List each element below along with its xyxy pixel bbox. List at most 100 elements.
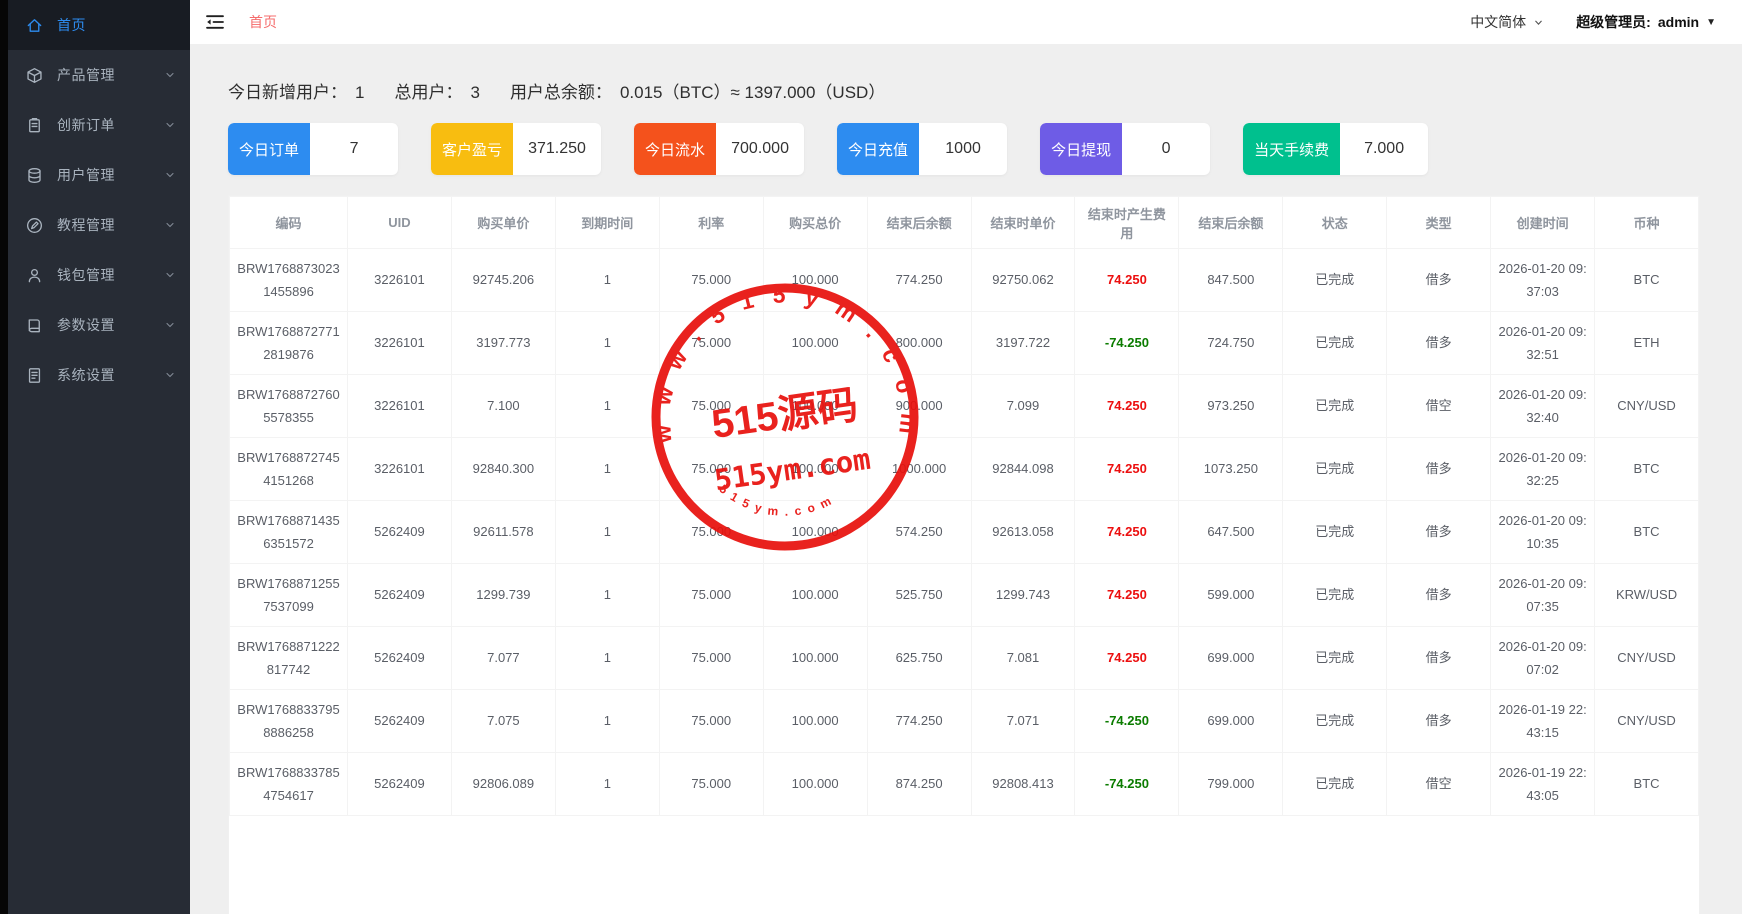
stat-value: 0.015（BTC）≈ 1397.000（USD） <box>620 78 885 103</box>
person-icon <box>25 266 44 285</box>
database-icon <box>25 166 44 185</box>
app-root: 首页产品管理创新订单用户管理教程管理钱包管理参数设置系统设置 首页 中文简体 超… <box>0 0 1742 914</box>
card-label: 客户盈亏 <box>431 123 513 175</box>
cell-end_unit_price: 92844.098 <box>971 438 1075 501</box>
sidebar-item-7[interactable]: 系统设置 <box>8 350 190 400</box>
cell-end_unit_price: 7.071 <box>971 690 1075 753</box>
cell-status: 已完成 <box>1283 501 1387 564</box>
language-selector[interactable]: 中文简体 <box>1470 12 1544 32</box>
column-header-13: 币种 <box>1595 197 1699 249</box>
sidebar-item-2[interactable]: 创新订单 <box>8 100 190 150</box>
sidebar-item-0[interactable]: 首页 <box>8 0 190 50</box>
cell-uid: 5262409 <box>348 501 452 564</box>
breadcrumb[interactable]: 首页 <box>249 12 277 32</box>
cell-buy_price: 92840.300 <box>451 438 555 501</box>
caret-down-icon: ▼ <box>1706 17 1716 28</box>
cell-expire_days: 1 <box>555 249 659 312</box>
table-row: BRW1768871255753709952624091299.739175.0… <box>230 564 1699 627</box>
column-header-9: 结束后余额 <box>1179 197 1283 249</box>
summary-stat-0: 今日新增用户：1 <box>228 78 364 103</box>
cell-uid: 5262409 <box>348 690 452 753</box>
card-label: 今日流水 <box>634 123 716 175</box>
table-row: BRW17688730231455896322610192745.206175.… <box>230 249 1699 312</box>
cell-rate: 75.000 <box>659 501 763 564</box>
cell-type: 借多 <box>1387 627 1491 690</box>
cell-uid: 3226101 <box>348 375 452 438</box>
column-header-7: 结束时单价 <box>971 197 1075 249</box>
cell-buy_total: 100.000 <box>763 564 867 627</box>
cell-type: 借多 <box>1387 438 1491 501</box>
cell-buy_total: 100.000 <box>763 501 867 564</box>
cell-buy_price: 7.077 <box>451 627 555 690</box>
cell-created_at: 2026-01-20 09:10:35 <box>1491 501 1595 564</box>
stat-label: 今日新增用户： <box>228 78 347 103</box>
cell-created_at: 2026-01-20 09:32:25 <box>1491 438 1595 501</box>
cell-expire_days: 1 <box>555 438 659 501</box>
card-label: 当天手续费 <box>1243 123 1340 175</box>
column-header-1: UID <box>348 197 452 249</box>
cell-type: 借空 <box>1387 375 1491 438</box>
sidebar-item-1[interactable]: 产品管理 <box>8 50 190 100</box>
chevron-down-icon <box>164 119 176 131</box>
content: 今日新增用户：1总用户：3用户总余额：0.015（BTC）≈ 1397.000（… <box>190 44 1742 914</box>
cell-end_balance_a: 774.250 <box>867 249 971 312</box>
cell-buy_price: 92806.089 <box>451 753 555 816</box>
stat-card-2: 今日流水700.000 <box>634 123 804 175</box>
cell-end_balance_a: 774.250 <box>867 690 971 753</box>
table-row: BRW17688714356351572526240992611.578175.… <box>230 501 1699 564</box>
cell-uid: 5262409 <box>348 564 452 627</box>
sidebar-item-3[interactable]: 用户管理 <box>8 150 190 200</box>
cell-rate: 75.000 <box>659 627 763 690</box>
cell-fee: 74.250 <box>1075 627 1179 690</box>
cell-fee: 74.250 <box>1075 564 1179 627</box>
chevron-down-icon <box>164 269 176 281</box>
orders-table-wrap: 编码UID购买单价到期时间利率购买总价结束后余额结束时单价结束时产生费用结束后余… <box>228 195 1700 914</box>
stat-card-5: 当天手续费7.000 <box>1243 123 1428 175</box>
card-value: 7.000 <box>1340 123 1428 175</box>
sidebar-item-6[interactable]: 参数设置 <box>8 300 190 350</box>
cell-buy_price: 3197.773 <box>451 312 555 375</box>
card-value: 371.250 <box>513 123 601 175</box>
cell-buy_total: 100.000 <box>763 438 867 501</box>
summary-stats: 今日新增用户：1总用户：3用户总余额：0.015（BTC）≈ 1397.000（… <box>228 78 1700 103</box>
cell-end_balance_a: 625.750 <box>867 627 971 690</box>
sidebar-item-5[interactable]: 钱包管理 <box>8 250 190 300</box>
sidebar-fold-icon[interactable] <box>205 14 225 30</box>
cell-end_balance_a: 525.750 <box>867 564 971 627</box>
admin-menu[interactable]: 超级管理员: admin ▼ <box>1576 12 1716 32</box>
cell-created_at: 2026-01-20 09:32:51 <box>1491 312 1595 375</box>
column-header-5: 购买总价 <box>763 197 867 249</box>
cell-end_balance_b: 1073.250 <box>1179 438 1283 501</box>
chevron-down-icon <box>164 169 176 181</box>
cell-code: BRW17688727605578355 <box>230 375 348 438</box>
cell-created_at: 2026-01-19 22:43:15 <box>1491 690 1595 753</box>
table-row: BRW17688727454151268322610192840.300175.… <box>230 438 1699 501</box>
cell-buy_price: 92611.578 <box>451 501 555 564</box>
chevron-down-icon <box>164 319 176 331</box>
sidebar-item-4[interactable]: 教程管理 <box>8 200 190 250</box>
column-header-4: 利率 <box>659 197 763 249</box>
cell-expire_days: 1 <box>555 375 659 438</box>
cell-rate: 75.000 <box>659 438 763 501</box>
cell-coin: CNY/USD <box>1595 375 1699 438</box>
cell-expire_days: 1 <box>555 564 659 627</box>
sidebar: 首页产品管理创新订单用户管理教程管理钱包管理参数设置系统设置 <box>8 0 190 914</box>
cell-fee: 74.250 <box>1075 375 1179 438</box>
cell-created_at: 2026-01-20 09:07:02 <box>1491 627 1595 690</box>
clipboard-icon <box>25 116 44 135</box>
sidebar-item-label: 产品管理 <box>57 65 164 85</box>
topbar-right: 中文简体 超级管理员: admin ▼ <box>1470 12 1716 32</box>
admin-username: admin <box>1658 14 1699 30</box>
cell-end_balance_b: 699.000 <box>1179 627 1283 690</box>
cell-type: 借多 <box>1387 690 1491 753</box>
cell-code: BRW17688714356351572 <box>230 501 348 564</box>
cell-end_balance_b: 973.250 <box>1179 375 1283 438</box>
cell-end_balance_b: 724.750 <box>1179 312 1283 375</box>
cell-end_balance_b: 699.000 <box>1179 690 1283 753</box>
table-row: BRW17688337854754617526240992806.089175.… <box>230 753 1699 816</box>
sidebar-nav: 首页产品管理创新订单用户管理教程管理钱包管理参数设置系统设置 <box>8 0 190 400</box>
summary-stat-2: 用户总余额：0.015（BTC）≈ 1397.000（USD） <box>510 78 885 103</box>
chevron-down-icon <box>164 219 176 231</box>
cell-end_unit_price: 92613.058 <box>971 501 1075 564</box>
topbar: 首页 中文简体 超级管理员: admin ▼ <box>190 0 1742 44</box>
